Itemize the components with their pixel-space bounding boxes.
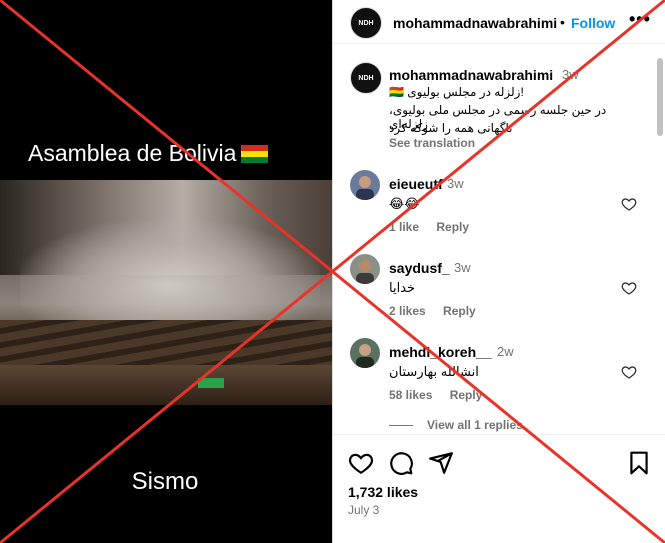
commenter-name[interactable]: saydusf_ <box>389 260 450 276</box>
save-bookmark-icon[interactable] <box>626 450 652 476</box>
caption-author-avatar[interactable]: NDH <box>350 62 382 94</box>
comment-meta: 1 like Reply <box>389 220 483 234</box>
more-options-icon[interactable]: ••• <box>629 9 651 30</box>
comment-time: 3w <box>454 260 471 275</box>
comment-item: eieueutf 3w 😂😂 1 like Reply <box>333 168 653 248</box>
follow-button[interactable]: Follow <box>571 15 615 31</box>
comment-item: mehdi_koreh__ 2w انشالله بهارستان 58 lik… <box>333 336 653 416</box>
comment-time: 2w <box>497 344 514 359</box>
author-handle[interactable]: mohammadnawabrahimi <box>393 15 557 31</box>
comment-time: 3w <box>447 176 464 191</box>
like-heart-icon[interactable] <box>348 450 374 476</box>
post-actions: 1,732 likes July 3 <box>333 434 665 543</box>
commenter-avatar[interactable] <box>350 254 380 284</box>
caption-top-text: Asamblea de Bolivia <box>28 140 237 166</box>
reply-button[interactable]: Reply <box>436 220 469 234</box>
comments-scrollbar[interactable] <box>656 58 664 434</box>
comments-list[interactable]: NDH mohammadnawabrahimi 3w !زلزله در مجل… <box>333 58 665 434</box>
scrollbar-thumb[interactable] <box>657 58 663 136</box>
comment-likes[interactable]: 2 likes <box>389 304 426 318</box>
photo-exit-sign <box>198 378 224 388</box>
caption-line-1: !زلزله در مجلس بولیوی 🇧🇴 <box>389 85 524 99</box>
photo-desks <box>0 365 332 405</box>
commenter-avatar[interactable] <box>350 170 380 200</box>
likes-count[interactable]: 1,732 likes <box>348 484 418 500</box>
post-date: July 3 <box>348 503 380 517</box>
comment-text: خدایا <box>389 280 416 295</box>
post-panel: NDH mohammadnawabrahimi • Follow ••• NDH… <box>332 0 665 543</box>
author-avatar[interactable]: NDH <box>350 7 382 39</box>
heart-icon[interactable] <box>621 364 637 380</box>
assembly-photo <box>0 180 332 405</box>
media-caption-top: Asamblea de Bolivia <box>0 140 332 167</box>
caption-bottom-text: Sismo <box>131 468 199 495</box>
see-translation-link[interactable]: See translation <box>389 136 475 150</box>
reply-button[interactable]: Reply <box>450 388 483 402</box>
comment-text: 😂😂 <box>389 196 420 211</box>
view-replies-button[interactable]: View all 1 replies <box>389 418 523 432</box>
comment-icon[interactable] <box>388 450 414 476</box>
comment-meta: 2 likes Reply <box>389 304 490 318</box>
bolivia-flag-icon <box>241 145 269 163</box>
comment-meta: 58 likes Reply <box>389 388 496 402</box>
reply-button[interactable]: Reply <box>443 304 476 318</box>
commenter-avatar[interactable] <box>350 338 380 368</box>
comment-item: saydusf_ 3w خدایا 2 likes Reply <box>333 252 653 332</box>
heart-icon[interactable] <box>621 196 637 212</box>
commenter-name[interactable]: mehdi_koreh__ <box>389 344 492 360</box>
separator-dot: • <box>560 14 565 30</box>
replies-line <box>389 425 413 426</box>
heart-icon[interactable] <box>621 280 637 296</box>
post-media[interactable]: Asamblea de Bolivia Sismo <box>0 0 332 543</box>
caption-time: 3w <box>562 67 579 82</box>
media-caption-bottom: Sismo <box>0 468 332 496</box>
photo-dust-cloud <box>20 220 320 330</box>
comment-likes[interactable]: 1 like <box>389 220 419 234</box>
comment-text: انشالله بهارستان <box>389 364 479 379</box>
post-header: NDH mohammadnawabrahimi • Follow ••• <box>333 0 665 44</box>
commenter-name[interactable]: eieueutf <box>389 176 443 192</box>
caption-line-3: ناگهانی همه را شوکه کرد <box>389 121 513 135</box>
comment-likes[interactable]: 58 likes <box>389 388 432 402</box>
view-replies-label: View all 1 replies <box>427 418 523 432</box>
share-icon[interactable] <box>428 450 454 476</box>
caption-author-name[interactable]: mohammadnawabrahimi <box>389 67 553 83</box>
post-caption: NDH mohammadnawabrahimi 3w !زلزله در مجل… <box>333 58 653 158</box>
